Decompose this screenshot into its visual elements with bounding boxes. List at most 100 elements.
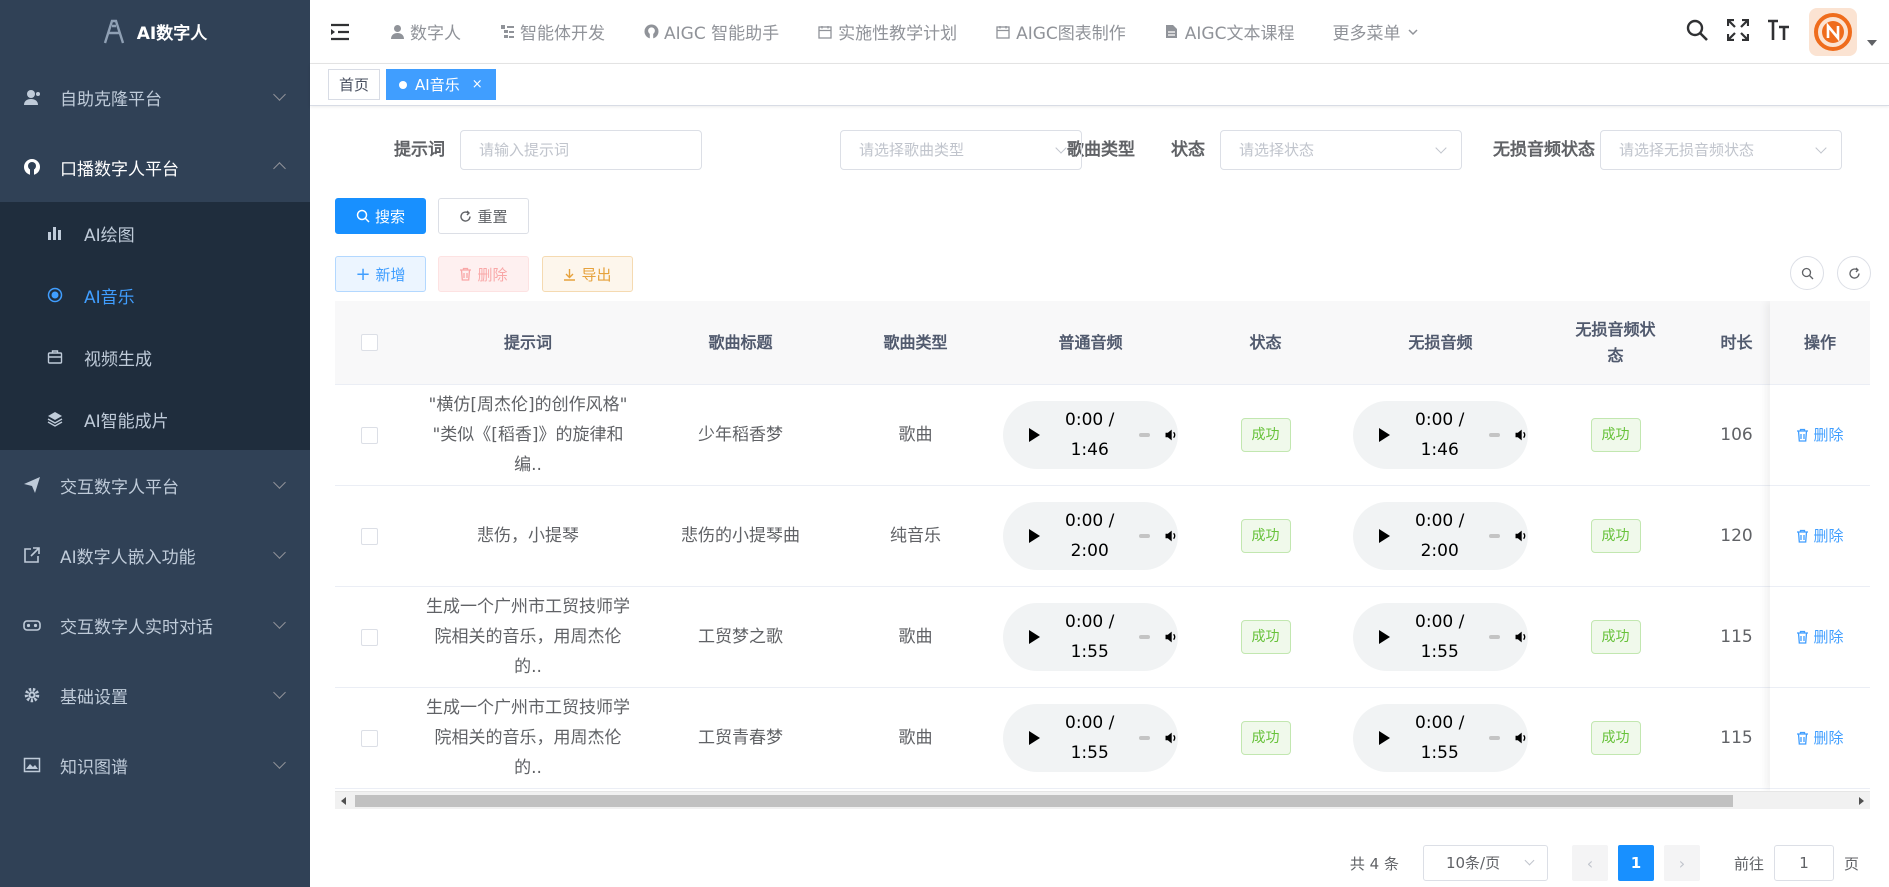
col-header-lossless-audio[interactable]: 无损音频 [1353, 301, 1528, 384]
fullscreen-icon[interactable] [1726, 18, 1750, 45]
row-checkbox[interactable] [360, 426, 378, 444]
play-icon[interactable] [1379, 630, 1390, 644]
volume-icon[interactable] [1164, 527, 1178, 545]
topnav-more-menu[interactable]: 更多菜单 [1313, 19, 1440, 44]
tag-label: 首页 [339, 76, 370, 94]
horizontal-scrollbar[interactable] [335, 791, 1870, 809]
menu-broadcast[interactable]: 口播数字人平台 [0, 132, 310, 202]
submenu-ai-drawing[interactable]: AI绘图 [0, 202, 310, 264]
reset-button[interactable]: 重置 [438, 198, 529, 234]
close-icon[interactable]: × [472, 77, 483, 92]
prompt-input[interactable]: 请输入提示词 [460, 130, 702, 170]
play-icon[interactable] [1029, 731, 1040, 745]
volume-bar[interactable] [1489, 534, 1501, 538]
caret-down-icon[interactable] [1867, 40, 1877, 46]
trash-icon [1797, 428, 1809, 442]
topnav-teaching-plan[interactable]: 实施性教学计划 [798, 19, 976, 44]
play-icon[interactable] [1029, 630, 1040, 644]
topnav-aigc-text-course[interactable]: AIGC文本课程 [1145, 19, 1314, 44]
audio-player[interactable]: 0:00 / 2:00 [1003, 502, 1178, 570]
row-checkbox[interactable] [360, 729, 378, 747]
topnav-aigc-chart[interactable]: AIGC图表制作 [976, 19, 1145, 44]
volume-icon[interactable] [1514, 729, 1528, 747]
volume-bar[interactable] [1139, 736, 1151, 740]
play-icon[interactable] [1379, 731, 1390, 745]
scrollbar-thumb[interactable] [355, 795, 1733, 807]
hamburger-button[interactable] [310, 0, 370, 64]
volume-bar[interactable] [1139, 635, 1151, 639]
menu-self-clone[interactable]: 自助克隆平台 [0, 62, 310, 132]
menu-realtime-chat[interactable]: 交互数字人实时对话 [0, 590, 310, 660]
font-size-icon[interactable] [1767, 19, 1791, 45]
menu-basic-settings[interactable]: 基础设置 [0, 660, 310, 730]
col-header-lossless-status[interactable]: 无损音频状态 [1528, 301, 1703, 384]
logo[interactable]: AI数字人 [0, 0, 310, 62]
play-icon[interactable] [1379, 529, 1390, 543]
volume-bar[interactable] [1489, 635, 1501, 639]
select-all-checkbox[interactable] [360, 334, 378, 351]
audio-player[interactable]: 0:00 / 1:55 [1003, 704, 1178, 772]
page-size-select[interactable]: 10条/页 [1422, 845, 1548, 881]
menu-knowledge-graph[interactable]: 知识图谱 [0, 730, 310, 800]
submenu-video-gen[interactable]: 视频生成 [0, 326, 310, 388]
lossless-status-select[interactable]: 请选择无损音频状态 [1600, 130, 1842, 170]
audio-player[interactable]: 0:00 / 1:46 [1003, 401, 1178, 469]
volume-icon[interactable] [1164, 729, 1178, 747]
volume-icon[interactable] [1514, 628, 1528, 646]
play-icon[interactable] [1029, 529, 1040, 543]
row-delete-button[interactable]: 删除 [1796, 723, 1844, 753]
search-icon[interactable] [1685, 18, 1709, 46]
tag-ai-music[interactable]: AI音乐 × [386, 69, 496, 100]
page-number-1[interactable]: 1 [1617, 845, 1654, 881]
goto-page-input[interactable]: 1 [1773, 845, 1834, 881]
tag-home[interactable]: 首页 [328, 69, 381, 100]
scroll-right-icon[interactable] [1859, 797, 1864, 805]
volume-bar[interactable] [1489, 433, 1501, 437]
topnav-aigc-assistant[interactable]: AIGC 智能助手 [624, 19, 798, 44]
cell-type: 歌曲 [898, 728, 933, 748]
submenu-ai-smart-film[interactable]: AI智能成片 [0, 388, 310, 450]
row-delete-button[interactable]: 删除 [1796, 622, 1844, 652]
delete-button[interactable]: 删除 [438, 256, 529, 292]
status-select[interactable]: 请选择状态 [1220, 130, 1462, 170]
avatar[interactable] [1809, 8, 1857, 56]
volume-icon[interactable] [1514, 426, 1528, 444]
audio-player[interactable]: 0:00 / 1:46 [1353, 401, 1528, 469]
col-header-audio[interactable]: 普通音频 [1003, 301, 1178, 384]
export-button[interactable]: 导出 [542, 256, 633, 292]
play-icon[interactable] [1029, 428, 1040, 442]
volume-icon[interactable] [1164, 426, 1178, 444]
topnav-agent-dev[interactable]: 智能体开发 [480, 19, 624, 44]
menu-interactive[interactable]: 交互数字人平台 [0, 450, 310, 520]
col-header-prompt[interactable]: 提示词 [403, 301, 653, 384]
audio-player[interactable]: 0:00 / 1:55 [1353, 603, 1528, 671]
topnav-digital-human[interactable]: 数字人 [370, 19, 480, 44]
prev-page-button[interactable]: ‹ [1571, 845, 1608, 881]
col-header-status[interactable]: 状态 [1178, 301, 1353, 384]
next-page-button[interactable]: › [1663, 845, 1700, 881]
row-checkbox[interactable] [360, 527, 378, 545]
volume-bar[interactable] [1139, 534, 1151, 538]
volume-bar[interactable] [1139, 433, 1151, 437]
audio-player[interactable]: 0:00 / 1:55 [1353, 704, 1528, 772]
audio-player[interactable]: 0:00 / 2:00 [1353, 502, 1528, 570]
col-header-type[interactable]: 歌曲类型 [828, 301, 1003, 384]
toggle-search-button[interactable] [1790, 256, 1824, 290]
row-delete-button[interactable]: 删除 [1796, 420, 1844, 450]
col-header-title[interactable]: 歌曲标题 [653, 301, 828, 384]
col-header-duration[interactable]: 时长 [1703, 301, 1770, 384]
add-button[interactable]: + 新增 [335, 256, 426, 292]
submenu-ai-music[interactable]: AI音乐 [0, 264, 310, 326]
search-button[interactable]: 搜索 [335, 198, 426, 234]
volume-icon[interactable] [1164, 628, 1178, 646]
play-icon[interactable] [1379, 428, 1390, 442]
scroll-left-icon[interactable] [341, 797, 346, 805]
audio-player[interactable]: 0:00 / 1:55 [1003, 603, 1178, 671]
volume-bar[interactable] [1489, 736, 1501, 740]
song-type-select[interactable]: 请选择歌曲类型 [840, 130, 1082, 170]
refresh-table-button[interactable] [1837, 256, 1871, 290]
row-delete-button[interactable]: 删除 [1796, 521, 1844, 551]
menu-embed[interactable]: AI数字人嵌入功能 [0, 520, 310, 590]
row-checkbox[interactable] [360, 628, 378, 646]
volume-icon[interactable] [1514, 527, 1528, 545]
